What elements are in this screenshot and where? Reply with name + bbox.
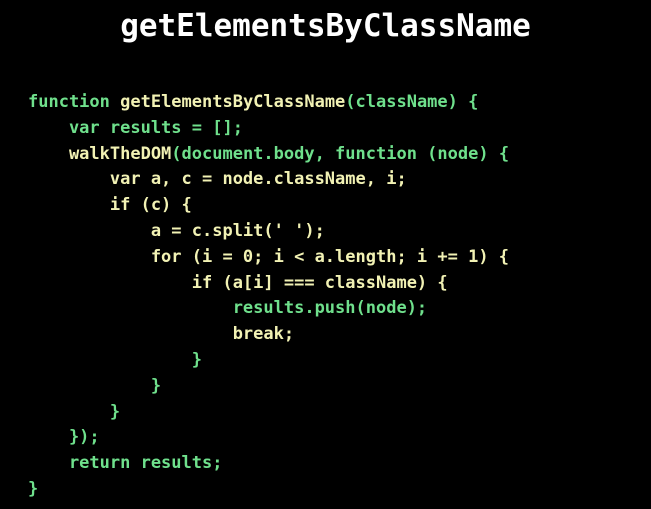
code-token: (document.body, function (node) { xyxy=(171,143,510,164)
code-line: } xyxy=(28,400,509,426)
code-block: function getElementsByClassName(classNam… xyxy=(28,90,509,503)
code-token: function xyxy=(28,92,121,112)
code-line: return results; xyxy=(28,451,509,477)
slide-title: getElementsByClassName xyxy=(120,8,531,44)
code-token: var results = []; xyxy=(28,117,243,138)
code-token: return results; xyxy=(28,453,223,474)
slide: getElementsByClassName function getEleme… xyxy=(0,0,651,509)
code-token: } xyxy=(28,401,121,422)
code-line: } xyxy=(28,374,509,400)
code-line: } xyxy=(28,348,509,374)
code-line: results.push(node); xyxy=(28,296,509,322)
code-token: } xyxy=(28,478,39,499)
code-line: if (a[i] === className) { xyxy=(28,271,509,297)
code-line: walkTheDOM(document.body, function (node… xyxy=(28,142,509,168)
code-token: a = c.split(' '); xyxy=(28,220,325,241)
code-line: break; xyxy=(28,322,509,348)
code-token: walkTheDOM xyxy=(28,143,172,164)
code-token: } xyxy=(28,349,202,370)
code-line: a = c.split(' '); xyxy=(28,219,509,245)
code-token: getElementsByClassName xyxy=(120,92,346,112)
code-line: }); xyxy=(28,425,509,451)
code-token: (className) { xyxy=(345,92,479,112)
code-token: results.push(node); xyxy=(28,298,428,319)
code-token: for (i = 0; i < a.length; i += 1) { xyxy=(28,246,510,267)
code-line: var a, c = node.className, i; xyxy=(28,167,509,193)
code-token: if (a[i] === className) { xyxy=(28,272,448,293)
code-line: } xyxy=(28,477,509,503)
code-line: if (c) { xyxy=(28,193,509,219)
code-token: }); xyxy=(28,427,100,448)
code-token: } xyxy=(28,375,162,396)
code-line: function getElementsByClassName(classNam… xyxy=(28,90,509,116)
code-line: for (i = 0; i < a.length; i += 1) { xyxy=(28,245,509,271)
code-token: if (c) { xyxy=(28,195,192,216)
code-token: break; xyxy=(28,324,295,345)
code-line: var results = []; xyxy=(28,116,509,142)
code-token: var a, c = node.className, i; xyxy=(28,169,407,190)
